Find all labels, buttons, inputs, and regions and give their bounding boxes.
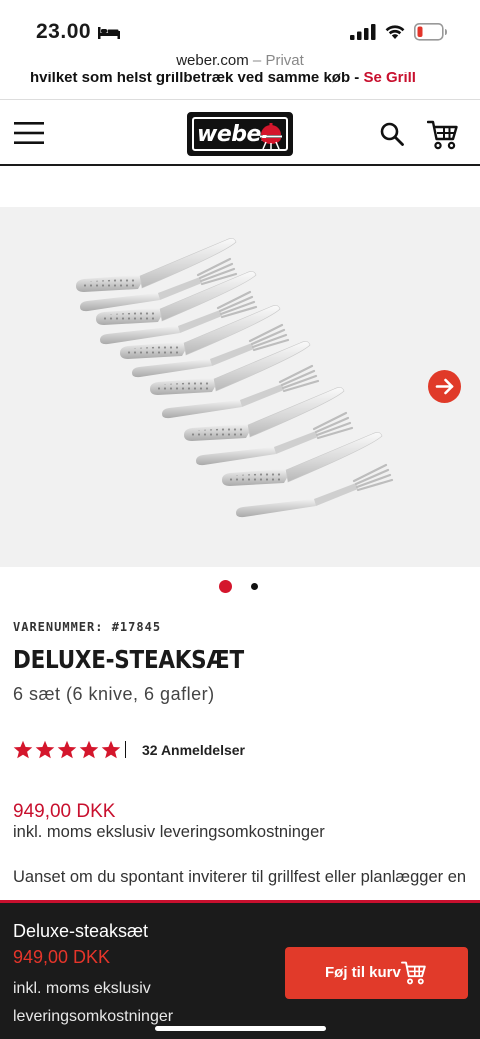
- gallery-pagination: [0, 580, 480, 594]
- browser-mode: Privat: [265, 52, 304, 69]
- browser-domain: weber.com: [176, 52, 249, 69]
- product-description: Uanset om du spontant inviterer til gril…: [13, 868, 467, 886]
- wifi-icon: [385, 25, 405, 39]
- gallery-dot-2[interactable]: [251, 583, 258, 590]
- product-price: 949,00 DKK: [13, 801, 116, 822]
- promo-link[interactable]: Se Grill: [363, 72, 416, 86]
- sticky-product-name: Deluxe-steaksæt: [13, 921, 149, 941]
- menu-icon[interactable]: [14, 122, 44, 144]
- sticky-product-price: 949,00 DKK: [13, 947, 111, 967]
- product-title: DELUXE-STEAKSÆT: [13, 645, 244, 674]
- arrow-right-icon: [435, 378, 454, 395]
- promo-banner: hvilket som helst grillbetræk ved samme …: [0, 72, 480, 100]
- star-icon: [57, 740, 77, 759]
- promo-text-row: hvilket som helst grillbetræk ved samme …: [30, 72, 416, 86]
- search-icon[interactable]: [380, 122, 404, 146]
- bed-icon: [98, 27, 120, 39]
- status-bar: 23.00: [0, 0, 480, 52]
- weber-logo[interactable]: weber: [187, 112, 293, 156]
- sticky-purchase-bar: Deluxe-steaksæt 949,00 DKK inkl. moms ek…: [0, 900, 480, 1039]
- sticky-price-note: inkl. moms ekslusiv leveringsomkostninge…: [13, 980, 174, 1025]
- rating-divider: [125, 741, 126, 758]
- star-icon: [13, 740, 33, 759]
- product-image-gallery[interactable]: [0, 207, 480, 567]
- cart-icon: [401, 961, 426, 985]
- product-page: 23.00 weber.com – Privat hvilket som hel…: [0, 0, 480, 1039]
- cart-icon[interactable]: [427, 120, 459, 150]
- price-note: inkl. moms ekslusiv leveringsomkostninge…: [13, 823, 325, 841]
- star-icon: [101, 740, 121, 759]
- rating-stars: [13, 740, 121, 760]
- steak-set-product-image: [75, 238, 394, 519]
- battery-low-icon: [414, 23, 447, 41]
- kettle-grill-icon: [260, 123, 282, 149]
- home-indicator[interactable]: [155, 1026, 326, 1031]
- product-subtitle: 6 sæt (6 knive, 6 gafler): [13, 684, 215, 704]
- gallery-next-button[interactable]: [428, 370, 461, 403]
- star-icon: [35, 740, 55, 759]
- add-to-cart-button[interactable]: Føj til kurv: [285, 947, 468, 999]
- site-header: weber: [0, 100, 480, 166]
- product-sku: VARENUMMER: #17845: [13, 620, 162, 634]
- browser-separator: –: [248, 52, 266, 69]
- gallery-dot-1[interactable]: [219, 580, 232, 593]
- signal-icon: [350, 24, 376, 40]
- star-icon: [79, 740, 99, 759]
- status-time: 23.00: [36, 20, 92, 43]
- promo-text: hvilket som helst grillbetræk ved samme …: [30, 72, 364, 86]
- add-to-cart-label: Føj til kurv: [325, 964, 401, 981]
- browser-url-bar[interactable]: weber.com – Privat: [0, 52, 480, 69]
- reviews-link[interactable]: 32 Anmeldelser: [142, 742, 245, 758]
